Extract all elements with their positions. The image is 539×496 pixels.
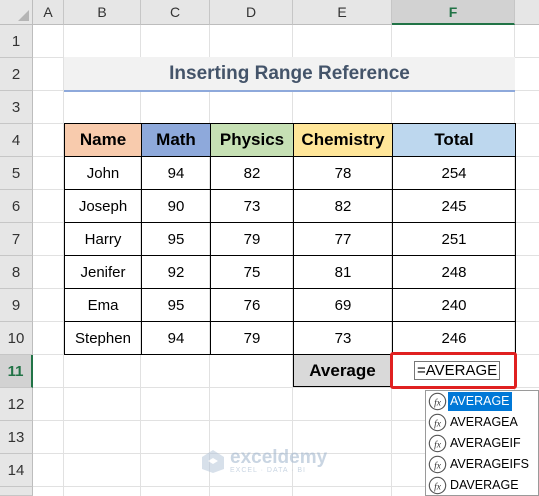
table-cell[interactable]: 78 <box>293 156 393 190</box>
header-total[interactable]: Total <box>392 123 516 157</box>
table-cell[interactable]: 79 <box>210 321 294 355</box>
row-header-4[interactable]: 4 <box>0 124 33 157</box>
row-header-13[interactable]: 13 <box>0 421 33 454</box>
table-cell[interactable]: 248 <box>392 255 516 289</box>
svg-text:fx: fx <box>434 481 442 492</box>
highlight-box <box>390 352 517 389</box>
header-math[interactable]: Math <box>141 123 211 157</box>
svg-text:fx: fx <box>434 460 442 471</box>
row-header-9[interactable]: 9 <box>0 289 33 322</box>
table-cell[interactable]: 90 <box>141 189 211 223</box>
row-header-1[interactable]: 1 <box>0 25 33 58</box>
table-cell[interactable]: 92 <box>141 255 211 289</box>
autocomplete-item-label: DAVERAGE <box>450 478 519 492</box>
table-cell[interactable]: 79 <box>210 222 294 256</box>
table-cell[interactable]: 254 <box>392 156 516 190</box>
watermark-name: exceldemy <box>230 446 328 468</box>
row-header-7[interactable]: 7 <box>0 223 33 256</box>
table-cell[interactable]: 95 <box>141 222 211 256</box>
column-header-c[interactable]: C <box>141 0 210 25</box>
table-cell[interactable]: 94 <box>141 321 211 355</box>
function-fx-icon: fx <box>428 455 447 474</box>
row-header-10[interactable]: 10 <box>0 322 33 355</box>
watermark-tagline: EXCEL · DATA · BI <box>230 466 306 474</box>
function-fx-icon: fx <box>428 434 447 453</box>
autocomplete-item-label: AVERAGEIF <box>450 436 521 450</box>
header-physics[interactable]: Physics <box>210 123 294 157</box>
svg-text:fx: fx <box>434 397 442 408</box>
table-cell[interactable]: 82 <box>210 156 294 190</box>
table-cell[interactable]: 76 <box>210 288 294 322</box>
table-cell[interactable]: John <box>64 156 142 190</box>
row-header-5[interactable]: 5 <box>0 157 33 190</box>
table-cell[interactable]: 246 <box>392 321 516 355</box>
function-fx-icon: fx <box>428 392 447 411</box>
row-header-6[interactable]: 6 <box>0 190 33 223</box>
table-cell[interactable]: 82 <box>293 189 393 223</box>
column-header-b[interactable]: B <box>64 0 141 25</box>
table-cell[interactable]: Joseph <box>64 189 142 223</box>
autocomplete-item[interactable]: fx AVERAGEA <box>426 412 538 433</box>
autocomplete-item-label: AVERAGEA <box>450 415 518 429</box>
table-cell[interactable]: 75 <box>210 255 294 289</box>
table-cell[interactable]: 245 <box>392 189 516 223</box>
select-all-triangle-icon <box>18 10 29 21</box>
function-fx-icon: fx <box>428 413 447 432</box>
function-autocomplete-list[interactable]: fx AVERAGE fx AVERAGEA fx AVERAGEIF fx AVERAGEI… <box>425 390 539 496</box>
row-header-12[interactable]: 12 <box>0 388 33 421</box>
sheet-title[interactable]: Inserting Range Reference <box>64 57 515 92</box>
average-label-cell[interactable]: Average <box>293 354 392 387</box>
column-header-f[interactable]: F <box>392 0 515 25</box>
table-cell[interactable]: 77 <box>293 222 393 256</box>
autocomplete-item[interactable]: fx AVERAGEIF <box>426 433 538 454</box>
autocomplete-item[interactable]: fx AVERAGEIFS <box>426 454 538 475</box>
row-header-14[interactable]: 14 <box>0 454 33 487</box>
autocomplete-item-label: AVERAGEIFS <box>450 457 529 471</box>
column-header-g[interactable] <box>515 0 539 25</box>
row-header-2[interactable]: 2 <box>0 58 33 91</box>
table-cell[interactable]: Harry <box>64 222 142 256</box>
column-header-a[interactable]: A <box>33 0 64 25</box>
autocomplete-item[interactable]: fx AVERAGE <box>426 391 538 412</box>
row-header-3[interactable]: 3 <box>0 91 33 124</box>
svg-text:fx: fx <box>434 418 442 429</box>
table-cell[interactable]: Jenifer <box>64 255 142 289</box>
exceldemy-logo-icon <box>202 450 224 473</box>
function-fx-icon: fx <box>428 476 447 495</box>
svg-text:fx: fx <box>434 439 442 450</box>
autocomplete-item[interactable]: fx DAVERAGE <box>426 475 538 496</box>
table-cell[interactable]: Ema <box>64 288 142 322</box>
table-cell[interactable]: 73 <box>293 321 393 355</box>
row-header-11[interactable]: 11 <box>0 355 33 388</box>
table-cell[interactable]: 240 <box>392 288 516 322</box>
row-header-8[interactable]: 8 <box>0 256 33 289</box>
table-cell[interactable]: Stephen <box>64 321 142 355</box>
autocomplete-item-label: AVERAGE <box>448 392 512 411</box>
header-name[interactable]: Name <box>64 123 142 157</box>
table-cell[interactable]: 69 <box>293 288 393 322</box>
row-header-15[interactable]: 15 <box>0 487 33 496</box>
header-chemistry[interactable]: Chemistry <box>293 123 393 157</box>
table-cell[interactable]: 94 <box>141 156 211 190</box>
column-header-d[interactable]: D <box>210 0 293 25</box>
table-cell[interactable]: 81 <box>293 255 393 289</box>
table-cell[interactable]: 73 <box>210 189 294 223</box>
column-header-e[interactable]: E <box>293 0 392 25</box>
table-cell[interactable]: 251 <box>392 222 516 256</box>
select-all-corner[interactable] <box>0 0 33 25</box>
table-cell[interactable]: 95 <box>141 288 211 322</box>
watermark: exceldemy EXCEL · DATA · BI <box>200 448 327 474</box>
